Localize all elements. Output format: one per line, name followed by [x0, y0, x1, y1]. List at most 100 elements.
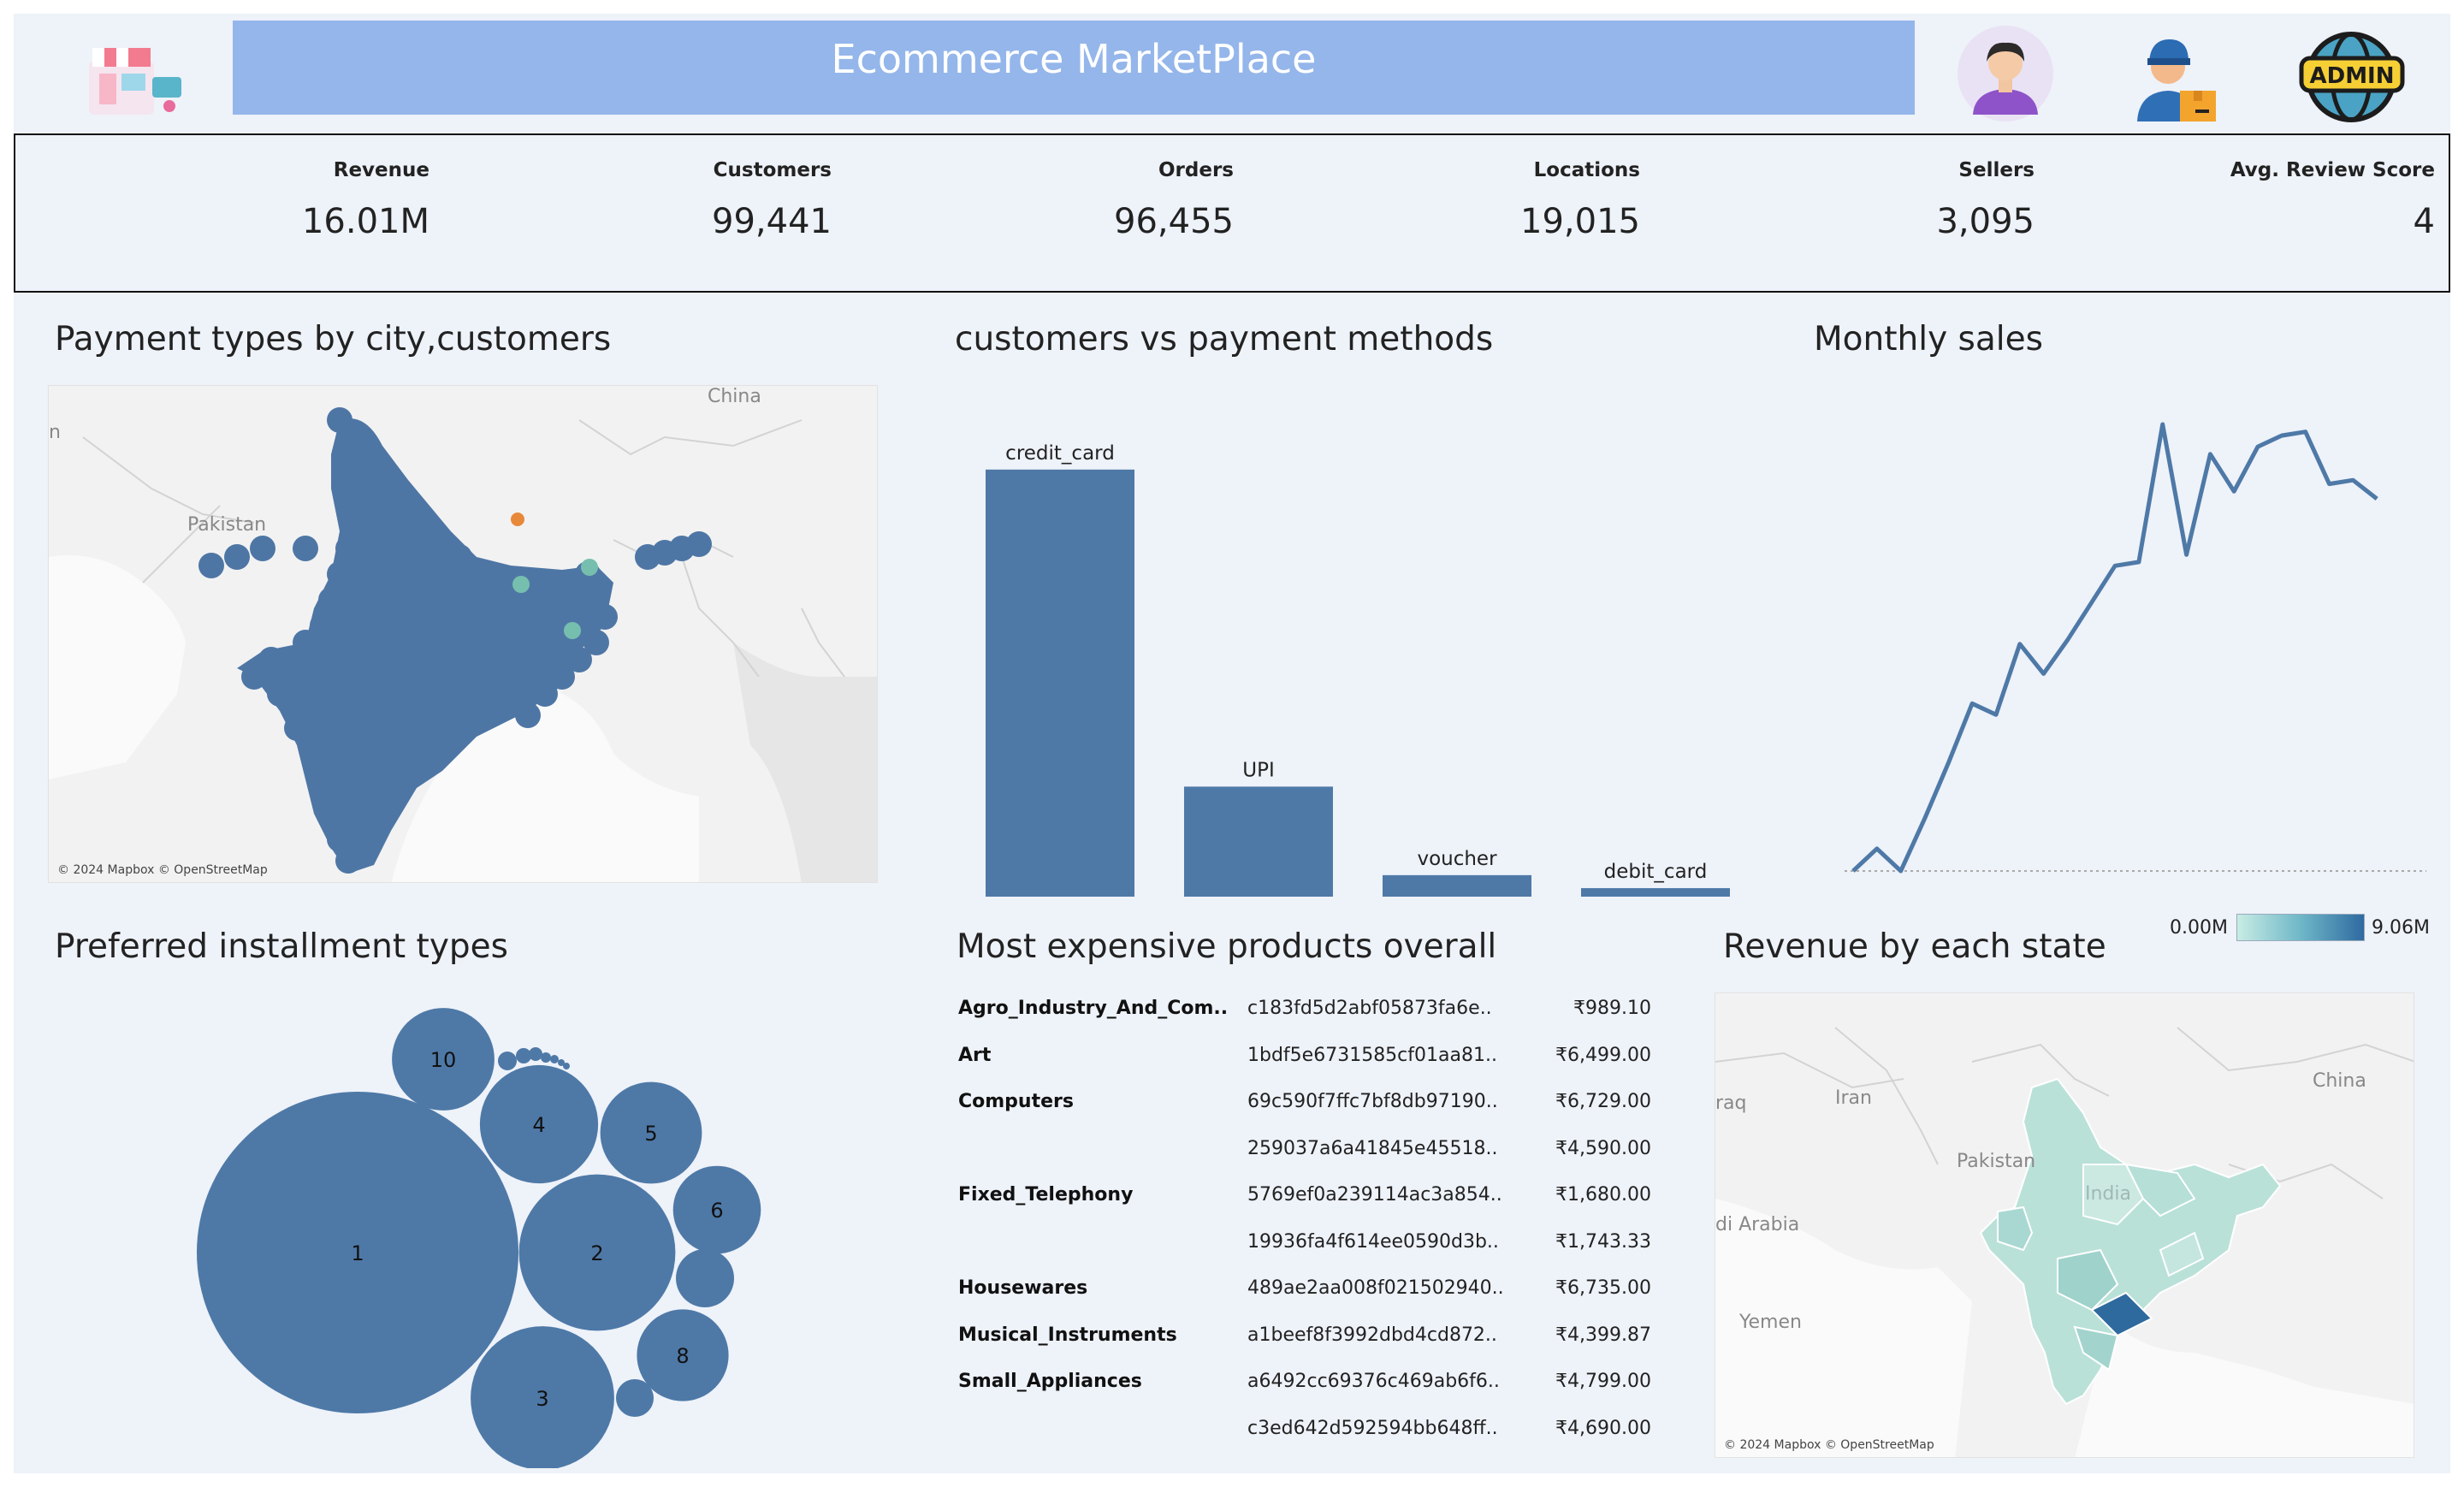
- table-row[interactable]: 259037a6a41845e45518.. ₹4,590.00: [958, 1138, 1677, 1172]
- expensive-products-table: Agro_Industry_And_Com.. c183fd5d2abf05873…: [958, 998, 1677, 1477]
- city-marker: [310, 613, 335, 638]
- product-category: Agro_Industry_And_Com..: [958, 998, 1229, 1019]
- sales-line[interactable]: [1851, 422, 2378, 874]
- bubble-label: 10: [430, 1048, 457, 1072]
- installment-bubble-small[interactable]: [541, 1052, 551, 1063]
- city-marker: [241, 664, 267, 690]
- kpi-value: 19,015: [1520, 202, 1640, 241]
- installment-bubble-small[interactable]: [563, 1063, 570, 1069]
- product-id: 259037a6a41845e45518..: [1247, 1137, 1498, 1159]
- city-marker: [515, 702, 541, 728]
- city-marker: [686, 531, 712, 557]
- city-marker: [327, 561, 352, 587]
- map-label-pakistan: Pakistan: [1957, 1151, 2036, 1172]
- table-row[interactable]: Agro_Industry_And_Com.. c183fd5d2abf05873…: [958, 998, 1677, 1032]
- bar-label: voucher: [1417, 848, 1497, 870]
- product-id: 19936fa4f614ee0590d3b..: [1247, 1230, 1499, 1253]
- table-row[interactable]: 19936fa4f614ee0590d3b.. ₹1,743.33: [958, 1231, 1677, 1265]
- bar[interactable]: [1184, 786, 1333, 897]
- city-marker: [318, 801, 344, 826]
- installment-bubble-small[interactable]: [616, 1379, 654, 1417]
- city-marker: [335, 433, 361, 459]
- city-marker: [395, 664, 421, 690]
- product-price: ₹4,799.00: [1555, 1371, 1651, 1392]
- map-label-china: China: [2313, 1070, 2366, 1092]
- city-marker: [361, 698, 387, 724]
- product-id: 1bdf5e6731585cf01aa81..: [1247, 1044, 1497, 1066]
- product-category: Musical_Instruments: [958, 1324, 1177, 1346]
- map-label-edge: n: [49, 422, 61, 443]
- city-marker: [352, 484, 378, 510]
- city-marker: [344, 732, 370, 758]
- table-row[interactable]: Housewares 489ae2aa008f021502940.. ₹6,735.…: [958, 1277, 1677, 1312]
- monthly-sales-chart: [1845, 422, 2426, 874]
- city-marker: [224, 544, 250, 570]
- map-credit: © 2024 Mapbox © OpenStreetMap: [1724, 1438, 1934, 1452]
- city-marker: [541, 621, 566, 647]
- city-marker: [515, 595, 541, 621]
- bar[interactable]: [1581, 888, 1730, 897]
- city-marker: [378, 613, 404, 638]
- table-row[interactable]: Musical_Instruments a1beef8f3992dbd4cd872…: [958, 1324, 1677, 1359]
- city-marker: [327, 407, 352, 433]
- seller-icon: [2125, 24, 2228, 127]
- bubble-label: 6: [710, 1199, 723, 1223]
- product-id: a1beef8f3992dbd4cd872..: [1247, 1324, 1497, 1346]
- monthly-sales-title: Monthly sales: [1814, 320, 2043, 358]
- revenue-legend-gradient: [2236, 914, 2365, 941]
- product-price: ₹6,735.00: [1555, 1277, 1651, 1299]
- product-price: ₹4,590.00: [1555, 1137, 1651, 1159]
- bar[interactable]: [1383, 874, 1531, 897]
- city-marker: [361, 510, 387, 536]
- city-marker: [267, 681, 293, 707]
- city-marker: [344, 459, 370, 484]
- table-row[interactable]: Art 1bdf5e6731585cf01aa81.. ₹6,499.00: [958, 1045, 1677, 1079]
- payment-city-map[interactable]: Pakistan China n © 2024 Mapbox © OpenStr…: [48, 385, 878, 883]
- city-marker: [361, 801, 387, 826]
- installment-bubble-small[interactable]: [529, 1047, 542, 1061]
- kpi-strip: Revenue 16.01M Customers 99,441 Orders 9…: [14, 133, 2450, 293]
- city-marker: [378, 767, 404, 792]
- city-marker: [549, 570, 575, 595]
- city-marker: [447, 698, 472, 724]
- city-marker: [378, 561, 404, 587]
- product-id: c3ed642d592594bb648ff..: [1247, 1417, 1498, 1439]
- table-row[interactable]: Small_Appliances a6492cc69376c469ab6f6.. ₹…: [958, 1371, 1677, 1405]
- map-label-pakistan: Pakistan: [187, 514, 267, 536]
- bar[interactable]: [986, 469, 1134, 897]
- kpi-value: 16.01M: [301, 202, 429, 241]
- kpi-label: Orders: [1158, 159, 1234, 181]
- title-banner: Ecommerce MarketPlace: [233, 21, 1915, 115]
- bubble-label: 8: [676, 1344, 689, 1368]
- installment-bubble-small[interactable]: [498, 1052, 517, 1070]
- product-id: a6492cc69376c469ab6f6..: [1247, 1371, 1500, 1392]
- page-title: Ecommerce MarketPlace: [831, 36, 1317, 82]
- city-marker: [412, 724, 438, 749]
- payment-methods-title: customers vs payment methods: [955, 320, 1494, 358]
- state-revenue-map[interactable]: Iran Pakistan China raq di Arabia Yemen …: [1715, 992, 2414, 1458]
- kpi-label: Customers: [713, 159, 832, 181]
- city-marker: [284, 715, 310, 741]
- product-id: 489ae2aa008f021502940..: [1247, 1277, 1504, 1299]
- table-row[interactable]: Fixed_Telephony 5769ef0a239114ac3a854.. ₹1…: [958, 1184, 1677, 1218]
- table-row[interactable]: c3ed642d592594bb648ff.. ₹4,690.00: [958, 1418, 1677, 1452]
- product-price: ₹1,743.33: [1555, 1230, 1651, 1253]
- city-marker: [352, 835, 378, 861]
- kpi-value: 96,455: [1114, 202, 1234, 241]
- city-marker: [335, 536, 361, 561]
- store-logo-icon: [74, 36, 193, 130]
- installment-bubble-small[interactable]: [550, 1055, 559, 1063]
- table-row[interactable]: Computers 69c590f7ffc7bf8db97190.. ₹6,729.…: [958, 1091, 1677, 1125]
- product-price: ₹6,729.00: [1555, 1091, 1651, 1112]
- map-label-iraq: raq: [1715, 1093, 1747, 1114]
- admin-text: ADMIN: [2309, 63, 2394, 89]
- installment-bubble-small[interactable]: [676, 1249, 734, 1307]
- legend-min: 0.00M: [2170, 917, 2228, 939]
- product-id: 69c590f7ffc7bf8db97190..: [1247, 1091, 1498, 1112]
- installments-chart: 1 2 3 4 5 6 8 10: [197, 1008, 761, 1468]
- city-marker: [370, 536, 395, 561]
- bubble-label: 5: [644, 1122, 657, 1146]
- product-price: ₹4,690.00: [1555, 1417, 1651, 1439]
- installments-title: Preferred installment types: [55, 927, 508, 966]
- kpi-label: Sellers: [1958, 159, 2035, 181]
